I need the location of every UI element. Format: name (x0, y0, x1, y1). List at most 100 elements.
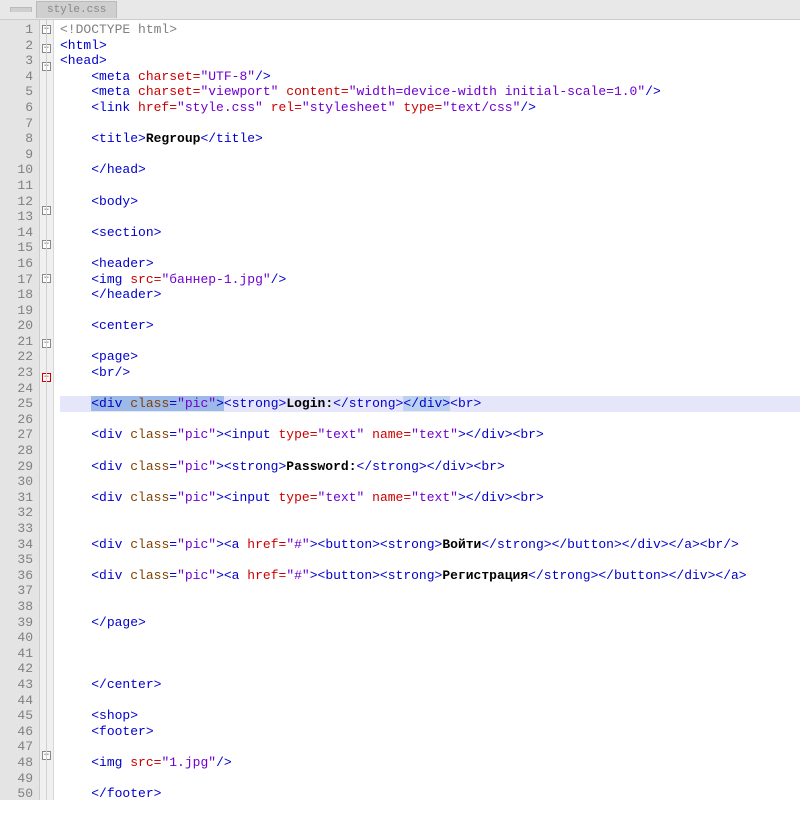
code-line[interactable]: <div class="pic"><a href="#"><button><st… (60, 568, 800, 584)
line-number[interactable]: 11 (0, 178, 39, 194)
line-number[interactable]: 40 (0, 630, 39, 646)
code-line[interactable]: <div class="pic"><strong>Password:</stro… (60, 459, 800, 475)
code-line[interactable]: </head> (60, 162, 800, 178)
code-line[interactable] (60, 209, 800, 225)
code-line[interactable]: <link href="style.css" rel="stylesheet" … (60, 100, 800, 116)
code-line[interactable]: <header> (60, 256, 800, 272)
line-number[interactable]: 5 (0, 84, 39, 100)
code-line[interactable] (60, 583, 800, 599)
code-line[interactable]: <html> (60, 38, 800, 54)
code-line[interactable]: </footer> (60, 786, 800, 802)
line-number[interactable]: 19 (0, 303, 39, 319)
code-line[interactable] (60, 240, 800, 256)
line-number[interactable]: 39 (0, 615, 39, 631)
code-line[interactable] (60, 147, 800, 163)
line-number[interactable]: 16 (0, 256, 39, 272)
code-line[interactable] (60, 661, 800, 677)
line-number[interactable]: 28 (0, 443, 39, 459)
code-line[interactable] (60, 334, 800, 350)
line-number[interactable]: 21 (0, 334, 39, 350)
line-number[interactable]: 30 (0, 474, 39, 490)
line-number[interactable]: 36 (0, 568, 39, 584)
line-number[interactable]: 25 (0, 396, 39, 412)
code-line[interactable] (60, 739, 800, 755)
line-number[interactable]: 31 (0, 490, 39, 506)
code-line[interactable] (60, 771, 800, 787)
code-line[interactable]: <img src="1.jpg"/> (60, 755, 800, 771)
code-line[interactable] (60, 474, 800, 490)
line-number[interactable]: 47 (0, 739, 39, 755)
line-number[interactable]: 24 (0, 381, 39, 397)
code-line[interactable]: </header> (60, 287, 800, 303)
line-number[interactable]: 20 (0, 318, 39, 334)
code-line[interactable]: <section> (60, 225, 800, 241)
line-number[interactable]: 43 (0, 677, 39, 693)
line-number[interactable]: 10 (0, 162, 39, 178)
code-line[interactable]: <head> (60, 53, 800, 69)
code-line[interactable] (60, 381, 800, 397)
line-number[interactable]: 15 (0, 240, 39, 256)
code-line[interactable] (60, 443, 800, 459)
code-line[interactable]: <page> (60, 349, 800, 365)
code-line[interactable] (60, 521, 800, 537)
line-number[interactable]: 14 (0, 225, 39, 241)
line-number[interactable]: 50 (0, 786, 39, 802)
line-number[interactable]: 48 (0, 755, 39, 771)
line-number-gutter[interactable]: 1234567891011121314151617181920212223242… (0, 20, 40, 800)
line-number[interactable]: 7 (0, 116, 39, 132)
line-number[interactable]: 13 (0, 209, 39, 225)
line-number[interactable]: 32 (0, 505, 39, 521)
line-number[interactable]: 33 (0, 521, 39, 537)
code-line[interactable]: <shop> (60, 708, 800, 724)
code-line[interactable] (60, 412, 800, 428)
line-number[interactable]: 6 (0, 100, 39, 116)
code-line[interactable]: <title>Regroup</title> (60, 131, 800, 147)
line-number[interactable]: 9 (0, 147, 39, 163)
line-number[interactable]: 46 (0, 724, 39, 740)
tab-1[interactable] (10, 7, 32, 12)
line-number[interactable]: 45 (0, 708, 39, 724)
code-line[interactable] (60, 646, 800, 662)
line-number[interactable]: 4 (0, 69, 39, 85)
code-line[interactable] (60, 116, 800, 132)
line-number[interactable]: 8 (0, 131, 39, 147)
line-number[interactable]: 37 (0, 583, 39, 599)
code-line[interactable]: <meta charset="UTF-8"/> (60, 69, 800, 85)
line-number[interactable]: 2 (0, 38, 39, 54)
code-line[interactable]: <div class="pic"><a href="#"><button><st… (60, 537, 800, 553)
line-number[interactable]: 17 (0, 272, 39, 288)
code-line[interactable]: <meta charset="viewport" content="width=… (60, 84, 800, 100)
code-line[interactable] (60, 599, 800, 615)
code-line[interactable]: </page> (60, 615, 800, 631)
line-number[interactable]: 18 (0, 287, 39, 303)
code-line[interactable]: <footer> (60, 724, 800, 740)
code-line[interactable]: <div class="pic"><strong>Login:</strong>… (60, 396, 800, 412)
code-line[interactable]: </center> (60, 677, 800, 693)
code-line[interactable] (60, 505, 800, 521)
line-number[interactable]: 38 (0, 599, 39, 615)
fold-gutter[interactable] (40, 20, 54, 800)
line-number[interactable]: 26 (0, 412, 39, 428)
line-number[interactable]: 23 (0, 365, 39, 381)
line-number[interactable]: 49 (0, 771, 39, 787)
code-line[interactable]: <img src="баннер-1.jpg"/> (60, 272, 800, 288)
code-area[interactable]: <!DOCTYPE html><html><head> <meta charse… (54, 20, 800, 800)
code-line[interactable] (60, 552, 800, 568)
code-line[interactable]: <center> (60, 318, 800, 334)
code-line[interactable] (60, 303, 800, 319)
code-line[interactable]: <br/> (60, 365, 800, 381)
line-number[interactable]: 22 (0, 349, 39, 365)
line-number[interactable]: 3 (0, 53, 39, 69)
line-number[interactable]: 12 (0, 194, 39, 210)
code-line[interactable]: <body> (60, 194, 800, 210)
code-line[interactable]: <div class="pic"><input type="text" name… (60, 490, 800, 506)
tab-2[interactable]: style.css (36, 1, 117, 18)
line-number[interactable]: 29 (0, 459, 39, 475)
line-number[interactable]: 1 (0, 22, 39, 38)
code-line[interactable] (60, 630, 800, 646)
code-line[interactable] (60, 693, 800, 709)
line-number[interactable]: 35 (0, 552, 39, 568)
line-number[interactable]: 44 (0, 693, 39, 709)
code-line[interactable] (60, 178, 800, 194)
line-number[interactable]: 41 (0, 646, 39, 662)
